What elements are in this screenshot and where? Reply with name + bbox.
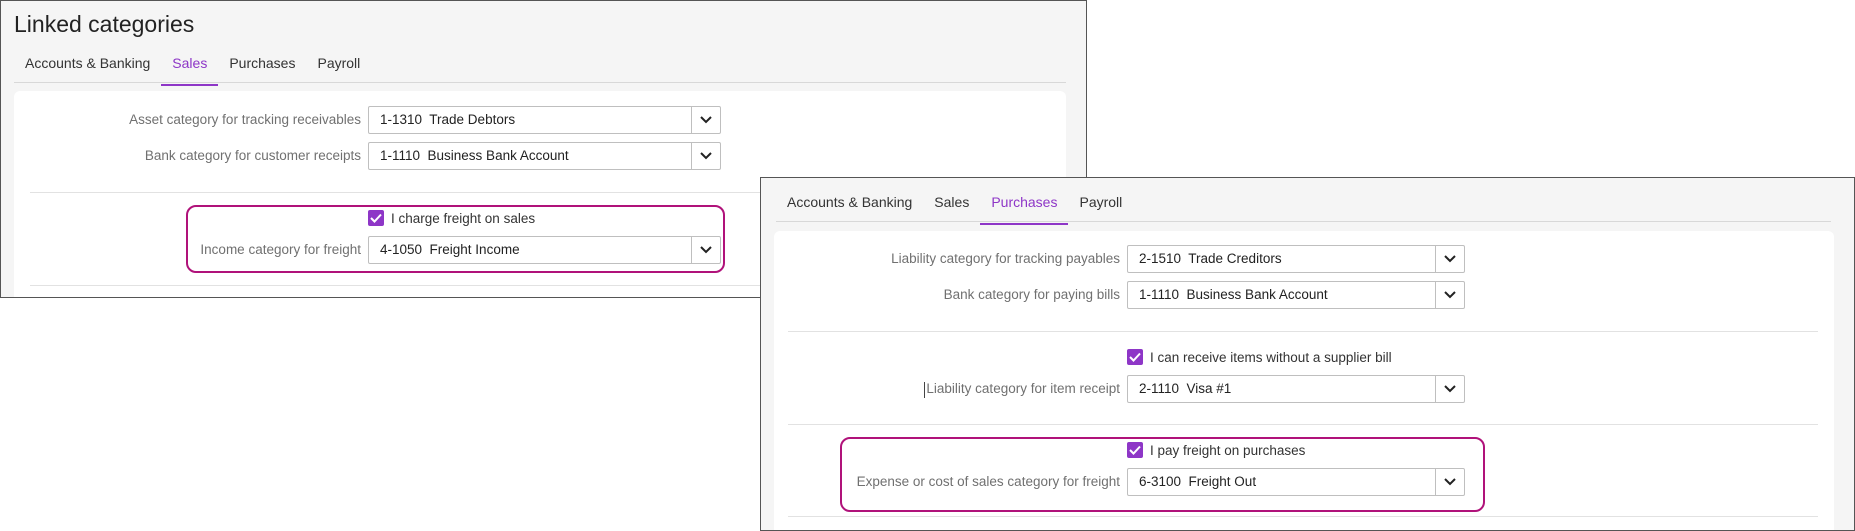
chevron-down-icon (700, 152, 712, 160)
freight-highlight-box (186, 205, 725, 273)
checkmark-icon (1129, 352, 1141, 362)
field-row: Bank category for customer receipts (14, 141, 361, 171)
dropdown-button[interactable] (1435, 246, 1464, 272)
receive-items-checkbox[interactable] (1127, 349, 1143, 365)
field-label: Bank category for customer receipts (144, 148, 361, 163)
select-value: 1-1110 Business Bank Account (380, 148, 569, 163)
dropdown-button[interactable] (1435, 282, 1464, 308)
item-receipt-category-select[interactable]: 2-1110 Visa #1 (1127, 375, 1465, 403)
paying-bills-category-select[interactable]: 1-1110 Business Bank Account (1127, 281, 1465, 309)
field-label: Asset category for tracking receivables (129, 112, 361, 127)
freight-highlight-box (840, 437, 1485, 512)
tab-sales[interactable]: Sales (923, 187, 980, 221)
field-row: Asset category for tracking receivables (14, 105, 361, 135)
dropdown-button[interactable] (691, 107, 720, 133)
receive-items-checkbox-row[interactable]: I can receive items without a supplier b… (1127, 347, 1392, 367)
dropdown-button[interactable] (691, 143, 720, 169)
field-row: Liability category for tracking payables (774, 244, 1120, 274)
select-value: 1-1110 Business Bank Account (1139, 287, 1328, 302)
tab-accounts-banking[interactable]: Accounts & Banking (776, 187, 923, 221)
tab-purchases[interactable]: Purchases (218, 48, 306, 82)
select-value: 2-1510 Trade Creditors (1139, 251, 1282, 266)
tab-purchases[interactable]: Purchases (980, 187, 1069, 225)
tab-payroll[interactable]: Payroll (1068, 187, 1133, 221)
section-divider (788, 331, 1818, 332)
chevron-down-icon (700, 116, 712, 124)
field-row: Liability category for item receipt (774, 374, 1120, 404)
payables-category-select[interactable]: 2-1510 Trade Creditors (1127, 245, 1465, 273)
checkbox-label: I can receive items without a supplier b… (1150, 349, 1392, 365)
page-title: Linked categories (14, 11, 195, 37)
tab-bar: Accounts & Banking Sales Purchases Payro… (776, 187, 1831, 225)
field-label: Bank category for paying bills (943, 287, 1120, 302)
dropdown-button[interactable] (1435, 376, 1464, 402)
customer-receipts-category-select[interactable]: 1-1110 Business Bank Account (368, 142, 721, 170)
chevron-down-icon (1444, 291, 1456, 299)
select-value: 1-1310 Trade Debtors (380, 112, 516, 127)
tab-payroll[interactable]: Payroll (306, 48, 371, 82)
field-label: Liability category for tracking payables (891, 251, 1120, 266)
select-value: 2-1110 Visa #1 (1139, 381, 1232, 396)
section-divider (788, 516, 1818, 517)
field-row: Bank category for paying bills (774, 280, 1120, 310)
chevron-down-icon (1444, 385, 1456, 393)
field-label: Liability category for item receipt (926, 381, 1120, 396)
tab-accounts-banking[interactable]: Accounts & Banking (14, 48, 161, 82)
purchases-settings-window: Accounts & Banking Sales Purchases Payro… (760, 177, 1855, 531)
receivables-category-select[interactable]: 1-1310 Trade Debtors (368, 106, 721, 134)
section-divider (788, 424, 1818, 425)
tab-bar: Accounts & Banking Sales Purchases Payro… (14, 48, 1066, 86)
chevron-down-icon (1444, 255, 1456, 263)
tab-sales[interactable]: Sales (161, 48, 219, 86)
